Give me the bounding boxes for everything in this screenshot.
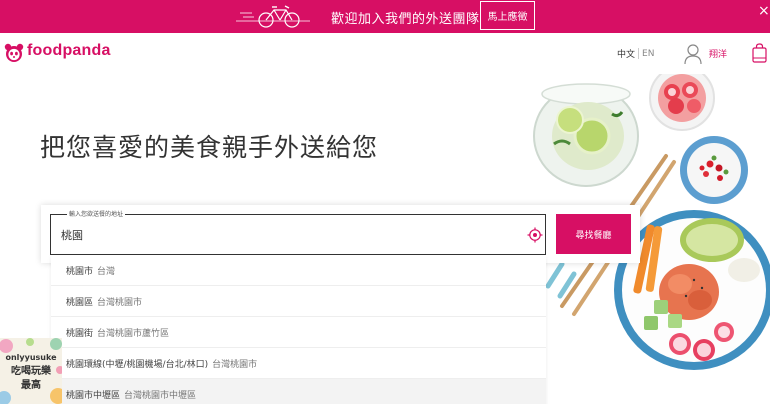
suggestion-item[interactable]: 桃園區 台灣桃園市 <box>51 286 546 317</box>
address-field[interactable]: 輸入您欲送餐的地址 <box>50 209 546 255</box>
suggestion-main: 桃園市 <box>66 266 94 277</box>
find-restaurants-button[interactable]: 尋找餐廳 <box>556 214 631 254</box>
suggestion-sub: 台灣桃園市中壢區 <box>124 390 197 401</box>
suggestion-main: 桃園市中壢區 <box>66 390 121 401</box>
suggestion-sub: 台灣桃園市 <box>97 297 143 308</box>
user-name-link[interactable]: 翔洋 <box>709 47 727 60</box>
lang-zh-link[interactable]: 中文 <box>617 47 635 60</box>
suggestion-main: 桃園區 <box>66 297 94 308</box>
address-input[interactable] <box>61 228 501 241</box>
shopping-bag-icon[interactable] <box>752 43 767 63</box>
apply-now-button[interactable]: 馬上應徵 <box>480 1 535 30</box>
strawberry-bowl-illustration <box>649 74 715 131</box>
close-icon[interactable]: × <box>758 4 770 18</box>
suggestion-main: 桃園街 <box>66 328 94 339</box>
suggestion-item[interactable]: 桃園環線(中壢/桃園機場/台北/林口) 台灣桃園市 <box>51 348 546 379</box>
suggestion-item[interactable]: 桃園街 台灣桃園市蘆竹區 <box>51 317 546 348</box>
brand-logo[interactable]: foodpanda <box>27 42 111 60</box>
watermark-line-2: 吃喝玩樂 <box>11 364 52 377</box>
suggestion-main: 桃園環線(中壢/桃園機場/台北/林口) <box>66 359 209 370</box>
page-title: 把您喜愛的美食親手外送給您 <box>40 133 379 162</box>
site-header: foodpanda 中文 EN 翔洋 <box>0 33 770 75</box>
address-field-label: 輸入您欲送餐的地址 <box>67 209 126 218</box>
watermark-line-3: 最高 <box>21 378 41 391</box>
suggestion-sub: 台灣桃園市 <box>212 359 258 370</box>
lang-divider <box>638 48 640 59</box>
panda-logo-icon[interactable] <box>4 43 24 63</box>
watermark-line-1: onlyyusuke <box>5 353 57 362</box>
suggestion-item[interactable]: 桃園市 台灣 <box>51 255 546 286</box>
suggestion-sub: 台灣 <box>97 266 116 277</box>
address-suggestions-list: 桃園市 台灣 桃園區 台灣桃園市 桃園街 台灣桃園市蘆竹區 桃園環線(中壢/桃園… <box>51 255 546 404</box>
suggestion-item-highlighted[interactable]: 桃園市中壢區 台灣桃園市中壢區 <box>51 379 546 404</box>
suggestion-sub: 台灣桃園市蘆竹區 <box>97 328 170 339</box>
promo-banner: 歡迎加入我們的外送團隊 馬上應徵 × <box>0 0 770 33</box>
blog-watermark: onlyyusuke 吃喝玩樂 最高 <box>0 338 62 404</box>
bicycle-icon <box>236 5 310 28</box>
chili-bowl-illustration <box>680 136 748 204</box>
lang-en-link[interactable]: EN <box>642 49 654 59</box>
language-switcher: 中文 EN <box>617 47 654 60</box>
user-icon[interactable] <box>684 43 702 65</box>
locate-me-icon[interactable] <box>527 227 543 243</box>
drink-pitcher-illustration <box>533 83 639 187</box>
promo-text: 歡迎加入我們的外送團隊 <box>331 12 480 27</box>
